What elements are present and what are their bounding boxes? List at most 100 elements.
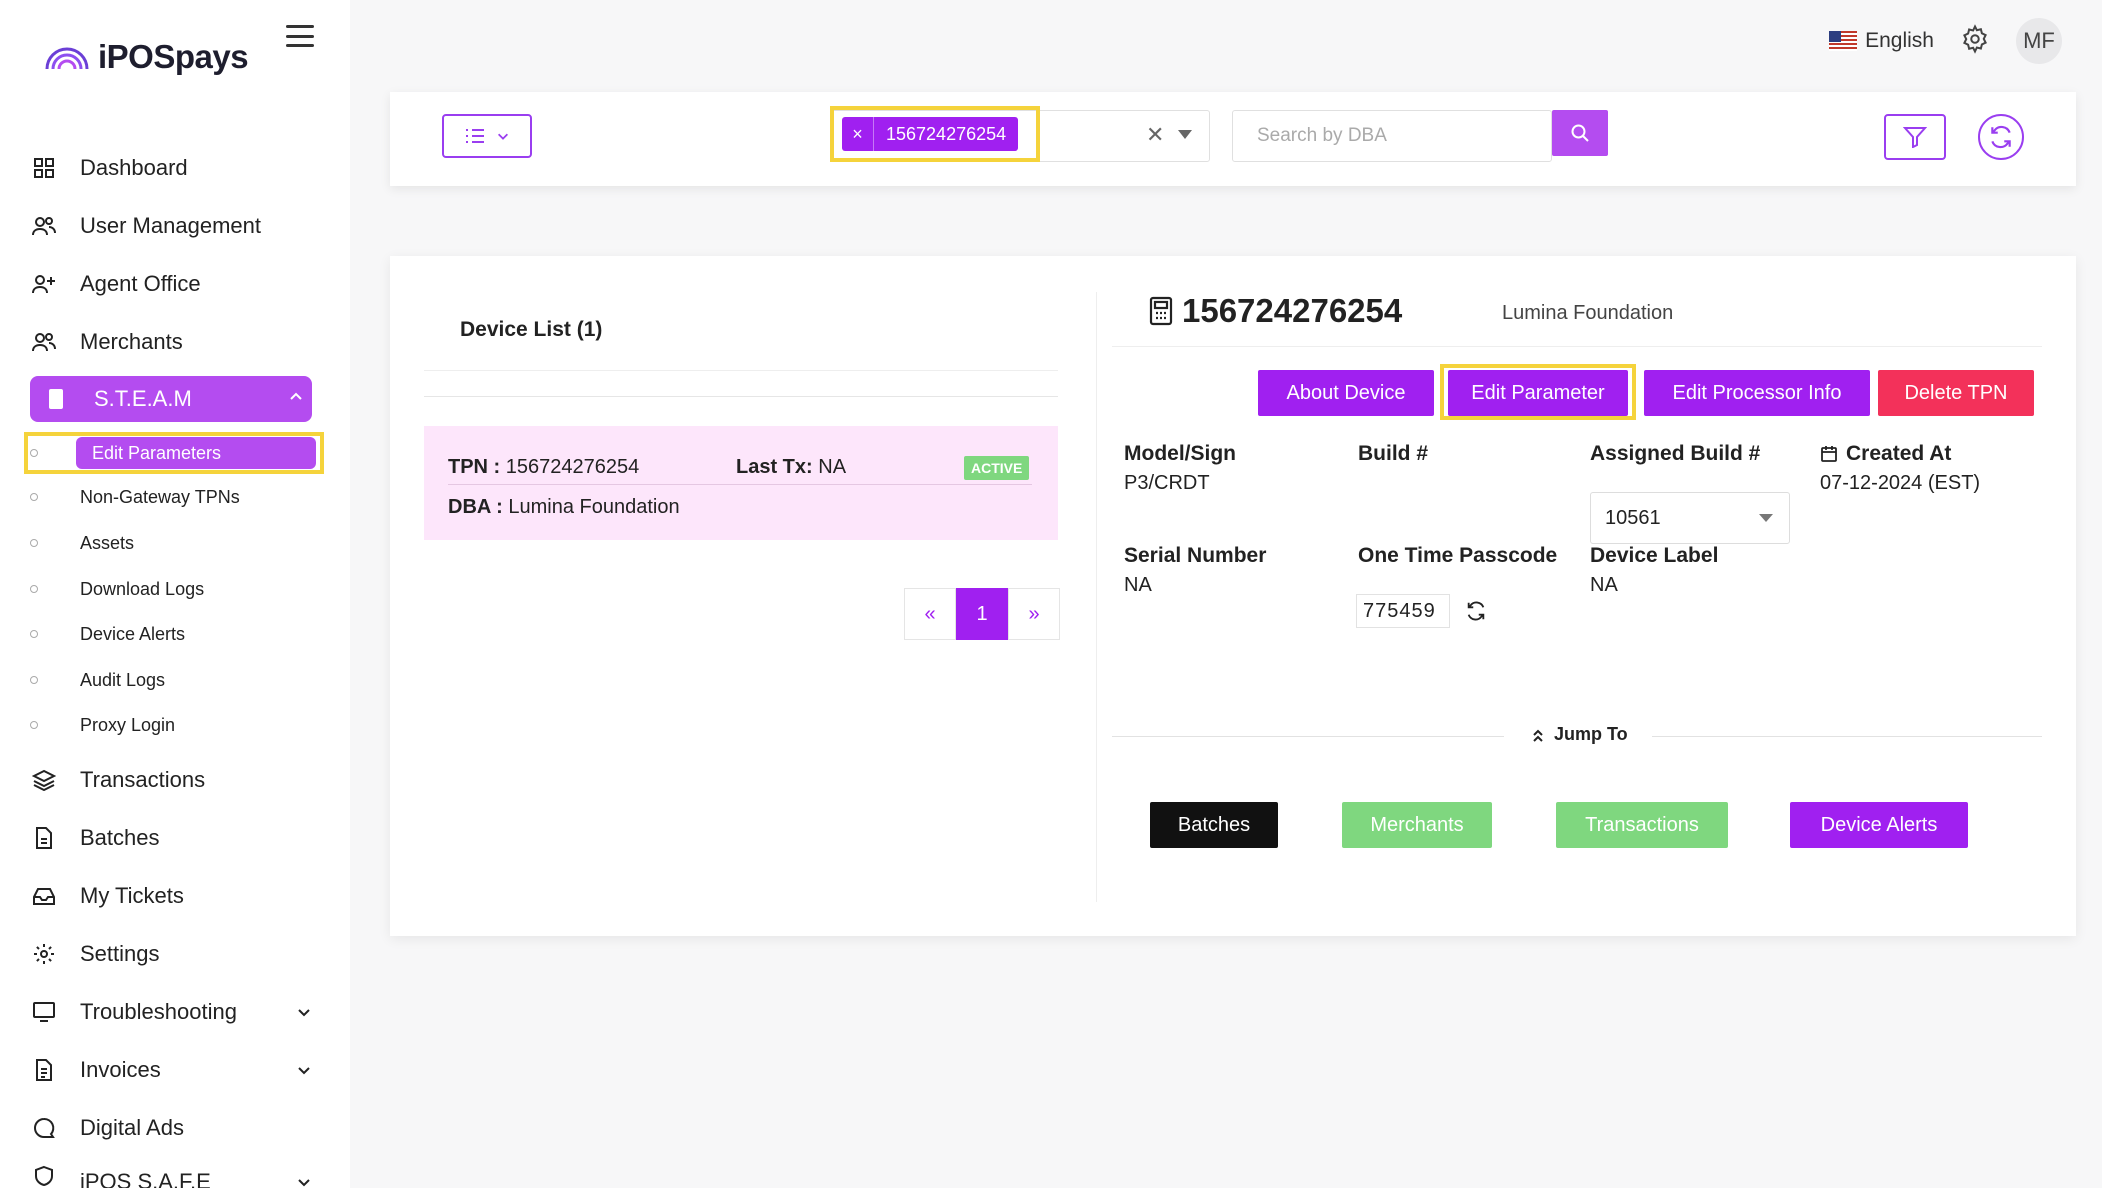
sidebar-item-batches[interactable]: Batches: [30, 818, 320, 858]
remove-chip-icon[interactable]: ×: [842, 117, 874, 151]
tpn-chip: × 156724276254: [842, 117, 1019, 151]
sidebar-item-invoices[interactable]: Invoices: [30, 1050, 320, 1090]
language-selector[interactable]: English: [1829, 29, 1934, 53]
sidebar-subitem-label: Audit Logs: [80, 669, 166, 690]
sidebar-item-merchants[interactable]: Merchants: [30, 322, 320, 362]
funnel-icon: [1903, 127, 1927, 148]
model-value: P3/CRDT: [1124, 472, 1210, 494]
sidebar-item-troubleshooting[interactable]: Troubleshooting: [30, 992, 320, 1032]
sidebar-item-my-tickets[interactable]: My Tickets: [30, 876, 320, 916]
jump-transactions-button[interactable]: Transactions: [1556, 802, 1728, 848]
last-tx-label: Last Tx:: [736, 456, 813, 478]
jump-batches-button[interactable]: Batches: [1150, 802, 1278, 848]
sidebar-subitem-assets[interactable]: Assets: [30, 528, 134, 558]
last-tx-value: NA: [818, 456, 847, 478]
sidebar-item-steam[interactable]: S.T.E.A.M: [30, 376, 312, 422]
otp-value: 775459: [1356, 594, 1450, 628]
next-page-button[interactable]: »: [1008, 588, 1060, 640]
chevron-down-icon: [498, 133, 508, 140]
sidebar-item-user-management[interactable]: User Management: [30, 206, 320, 246]
gear-icon[interactable]: [1960, 23, 1990, 59]
jump-to-text: Jump To: [1554, 724, 1628, 744]
divider: [1112, 736, 1504, 737]
pagination: « 1 »: [904, 588, 1060, 640]
serial-number-value: NA: [1124, 574, 1152, 596]
device-list-title: Device List (1): [460, 318, 603, 341]
assigned-build-select[interactable]: 10561: [1590, 492, 1790, 544]
sidebar-item-label: Transactions: [80, 767, 206, 792]
sidebar-item-label: My Tickets: [80, 883, 184, 908]
sidebar-item-agent-office[interactable]: Agent Office: [30, 264, 320, 304]
layers-icon: [30, 766, 58, 794]
clear-icon[interactable]: ✕: [1146, 122, 1164, 148]
divider: [1652, 736, 2042, 737]
refresh-icon: [1991, 125, 2011, 149]
dropdown-caret-icon[interactable]: [1178, 130, 1192, 139]
about-device-button[interactable]: About Device: [1258, 370, 1434, 416]
sidebar-item-label: Settings: [80, 941, 160, 966]
tpn-chip-value: 156724276254: [886, 123, 1007, 144]
sidebar-subitem-label: Assets: [80, 532, 135, 553]
sidebar-item-label: Agent Office: [80, 271, 201, 296]
sidebar-item-label: User Management: [80, 213, 261, 238]
sidebar-item-transactions[interactable]: Transactions: [30, 760, 320, 800]
edit-parameter-button[interactable]: Edit Parameter: [1448, 370, 1628, 416]
search-button[interactable]: [1552, 110, 1608, 156]
inbox-icon: [30, 882, 58, 910]
menu-toggle-icon[interactable]: [286, 22, 314, 50]
avatar-initials: MF: [2023, 28, 2055, 53]
sidebar-item-settings[interactable]: Settings: [30, 934, 320, 974]
sidebar-subitem-proxy-login[interactable]: Proxy Login: [30, 710, 175, 740]
jump-device-alerts-button[interactable]: Device Alerts: [1790, 802, 1968, 848]
chevron-up-icon: [288, 384, 304, 410]
search-icon: [1571, 124, 1589, 142]
brand-name: iPOSpays: [98, 38, 249, 75]
device-dba: Lumina Foundation: [1502, 302, 1674, 324]
sidebar-subitem-download-logs[interactable]: Download Logs: [30, 574, 204, 604]
us-flag-icon: [1829, 31, 1858, 51]
divider: [448, 484, 1032, 485]
filter-bar: × 156724276254 ✕ Search by DBA: [390, 92, 2076, 186]
sidebar-item-label: Invoices: [80, 1057, 161, 1082]
sidebar-item-label: Merchants: [80, 329, 183, 354]
search-input[interactable]: Search by DBA: [1232, 110, 1552, 162]
sidebar-subitem-non-gateway-tpns[interactable]: Non-Gateway TPNs: [30, 482, 240, 512]
bullet-icon: [30, 539, 38, 547]
sidebar-subitem-label: Proxy Login: [80, 714, 176, 735]
page-button-current[interactable]: 1: [956, 588, 1008, 640]
sidebar-subitem-audit-logs[interactable]: Audit Logs: [30, 665, 165, 695]
device-label-value: NA: [1590, 574, 1618, 596]
device-list-item[interactable]: TPN : 156724276254 Last Tx: NA ACTIVE DB…: [424, 426, 1058, 540]
chevron-down-icon: [296, 1000, 312, 1026]
sidebar-subitem-device-alerts[interactable]: Device Alerts: [30, 619, 185, 649]
sidebar-item-digital-ads[interactable]: Digital Ads: [30, 1108, 320, 1148]
avatar[interactable]: MF: [2016, 18, 2062, 64]
chevron-down-icon: [296, 1170, 312, 1188]
brand-logo[interactable]: iPOSpays: [44, 38, 249, 76]
row-last-tx: Last Tx: NA: [736, 456, 846, 479]
edit-processor-info-button[interactable]: Edit Processor Info: [1644, 370, 1870, 416]
sidebar-item-label: Troubleshooting: [80, 999, 237, 1024]
grid-icon: [30, 154, 58, 182]
sidebar-item-dashboard[interactable]: Dashboard: [30, 148, 320, 188]
view-list-button[interactable]: [442, 114, 532, 158]
dba-value: Lumina Foundation: [508, 496, 680, 518]
prev-page-button[interactable]: «: [904, 588, 956, 640]
gear-icon: [30, 940, 58, 968]
dba-label: DBA :: [448, 496, 503, 518]
sidebar-item-ipos-safe[interactable]: iPOS S.A.F.E: [30, 1162, 320, 1188]
refresh-otp-icon[interactable]: [1464, 600, 1488, 627]
bullet-icon: [30, 721, 38, 729]
bullet-icon: [30, 493, 38, 501]
divider: [1112, 346, 2042, 347]
rainbow-logo-icon: [45, 47, 89, 70]
otp-label: One Time Passcode: [1358, 544, 1558, 567]
refresh-button[interactable]: [1978, 114, 2024, 160]
jump-merchants-button[interactable]: Merchants: [1342, 802, 1492, 848]
sidebar-subitem-edit-parameters[interactable]: Edit Parameters: [76, 437, 316, 469]
dropdown-caret-icon: [1759, 514, 1773, 522]
delete-tpn-button[interactable]: Delete TPN: [1878, 370, 2034, 416]
filter-button[interactable]: [1884, 114, 1946, 160]
tpn-value: 156724276254: [505, 456, 640, 478]
bullet-icon: [30, 449, 38, 457]
